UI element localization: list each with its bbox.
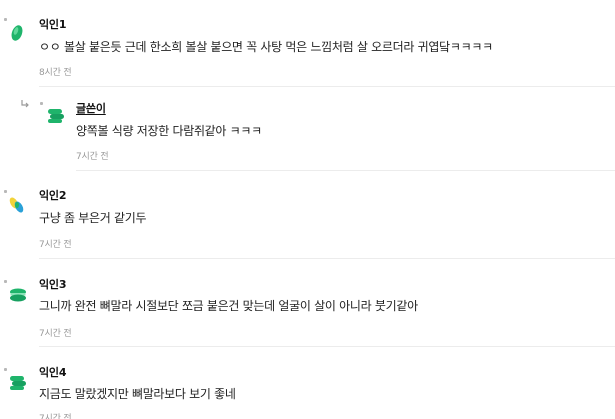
green-stack-icon: [48, 109, 64, 123]
avatar[interactable]: [40, 102, 64, 126]
comment-text: ㅇㅇ 볼살 붙은듯 근데 한소희 볼살 붙으면 꼭 사탕 먹은 느낌처럼 살 오…: [39, 40, 493, 54]
comment-divider: [76, 170, 615, 171]
comment-divider: [39, 86, 615, 87]
comment-text: 지금도 말랐겠지만 뼈말라보다 보기 좋네: [39, 387, 236, 401]
comment-time: 7시간 전: [39, 329, 72, 339]
avatar-badge-dot: [4, 190, 7, 193]
avatar-badge-dot: [40, 102, 43, 105]
comment-time: 8시간 전: [39, 68, 72, 78]
blue-yellow-pill-icon: [9, 197, 24, 213]
comment-text: 양쪽볼 식량 저장한 다람쥐같아 ㅋㅋㅋ: [76, 124, 262, 138]
avatar[interactable]: [4, 190, 28, 214]
comment-text: 구냥 좀 부은거 같기두: [39, 211, 147, 225]
comment-nickname[interactable]: 익인4: [39, 364, 66, 380]
reply-arrow-icon: [21, 100, 29, 108]
green-stack-icon: [10, 376, 26, 390]
avatar-badge-dot: [4, 280, 7, 283]
green-macaron-icon: [10, 288, 26, 302]
comment-text: 그니까 완전 뼈말라 시절보단 쪼금 붙은건 맞는데 얼굴이 살이 아니라 붓기…: [39, 299, 418, 313]
avatar-badge-dot: [4, 368, 7, 371]
comment-nickname[interactable]: 익인3: [39, 276, 66, 292]
comment-time: 7시간 전: [76, 152, 109, 162]
comment-divider: [39, 258, 615, 259]
comment-nickname[interactable]: 익인1: [39, 16, 66, 32]
comment-time: 7시간 전: [39, 240, 72, 250]
avatar[interactable]: [4, 18, 28, 42]
comment-nickname[interactable]: 익인2: [39, 187, 66, 203]
avatar[interactable]: [4, 280, 28, 304]
avatar[interactable]: [4, 368, 28, 392]
comment-nickname-author[interactable]: 글쓴이: [76, 100, 106, 116]
comment-divider: [39, 346, 615, 347]
avatar-badge-dot: [4, 18, 7, 21]
comment-time: 7시간 전: [39, 414, 72, 419]
green-leaf-icon: [11, 25, 23, 41]
